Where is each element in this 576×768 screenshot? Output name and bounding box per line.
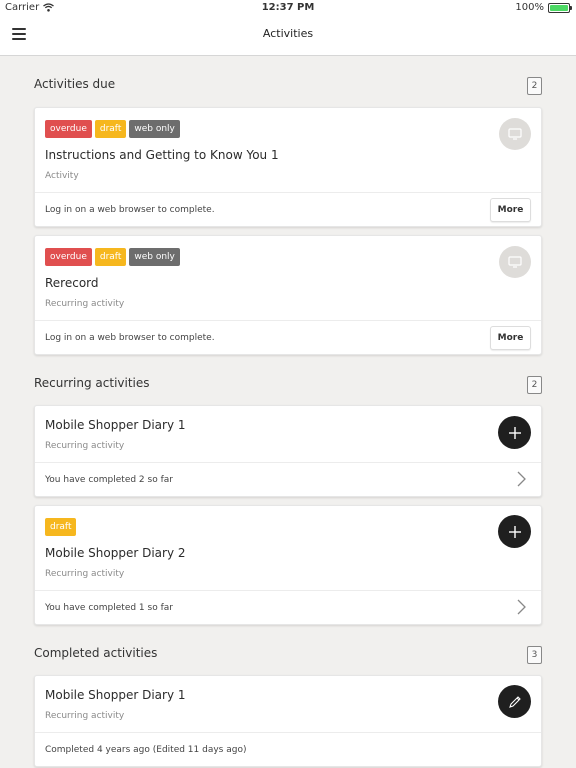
section-title: Completed activities [34,646,158,660]
battery-percent: 100% [515,2,544,13]
page-title: Activities [262,27,314,40]
battery-level [550,4,568,11]
activity-card[interactable]: Mobile Shopper Diary 1 Recurring activit… [34,675,542,767]
activity-type: Recurring activity [45,569,125,579]
plus-icon[interactable] [498,416,531,449]
count-badge: 3 [527,646,542,664]
activity-title: Mobile Shopper Diary 2 [45,546,186,560]
monitor-icon [499,246,531,278]
monitor-icon [499,118,531,150]
activity-title: Mobile Shopper Diary 1 [45,688,186,702]
activity-title: Mobile Shopper Diary 1 [45,418,186,432]
activity-title: Rerecord [45,276,99,290]
count-badge: 2 [527,376,542,394]
section-title: Activities due [34,77,116,91]
status-bar: Carrier 12:37 PM 100% [0,0,576,16]
overdue-tag: overdue [45,248,92,266]
activity-card[interactable]: draft Mobile Shopper Diary 2 Recurring a… [34,505,542,625]
footer-message: Log in on a web browser to complete. [45,333,215,343]
section-header-recurring: Recurring activities 2 [34,376,542,396]
activity-card[interactable]: overdue draft web only Instructions and … [34,107,542,227]
section-title: Recurring activities [34,376,150,390]
draft-tag: draft [94,120,127,138]
activity-title: Instructions and Getting to Know You 1 [45,148,279,162]
card-footer: Log in on a web browser to complete. Mor… [35,192,541,226]
status-right: 100% [515,2,572,13]
clock: 12:37 PM [261,2,315,13]
web-only-tag: web only [129,120,180,138]
card-footer: Log in on a web browser to complete. Mor… [35,320,541,354]
tag-list: overdue draft web only [45,248,531,266]
card-footer[interactable]: You have completed 2 so far [35,462,541,496]
tag-list: overdue draft web only [45,120,531,138]
pencil-icon[interactable] [498,685,531,718]
card-footer[interactable]: You have completed 1 so far [35,590,541,624]
count-badge: 2 [527,77,542,95]
completion-count: You have completed 1 so far [45,603,173,613]
plus-icon[interactable] [498,515,531,548]
chevron-right-icon[interactable] [513,599,529,615]
activity-card[interactable]: overdue draft web only Rerecord Recurrin… [34,235,542,355]
more-button[interactable]: More [490,326,531,350]
more-button[interactable]: More [490,198,531,222]
section-header-due: Activities due 2 [34,77,542,97]
activity-type: Recurring activity [45,711,125,721]
footer-message: Log in on a web browser to complete. [45,205,215,215]
web-only-tag: web only [129,248,180,266]
tag-list: draft [45,518,531,536]
card-footer: Completed 4 years ago (Edited 11 days ag… [35,732,541,766]
activity-type: Recurring activity [45,441,125,451]
battery-icon [548,2,572,13]
draft-tag: draft [94,248,127,266]
section-header-completed: Completed activities 3 [34,646,542,666]
chevron-right-icon[interactable] [513,471,529,487]
overdue-tag: overdue [45,120,92,138]
navigation-bar: Activities [0,16,576,56]
activity-type: Activity [45,171,79,181]
activity-type: Recurring activity [45,299,125,309]
completion-date: Completed 4 years ago (Edited 11 days ag… [45,745,247,755]
draft-tag: draft [45,518,77,536]
activity-card[interactable]: Mobile Shopper Diary 1 Recurring activit… [34,405,542,497]
completion-count: You have completed 2 so far [45,475,173,485]
